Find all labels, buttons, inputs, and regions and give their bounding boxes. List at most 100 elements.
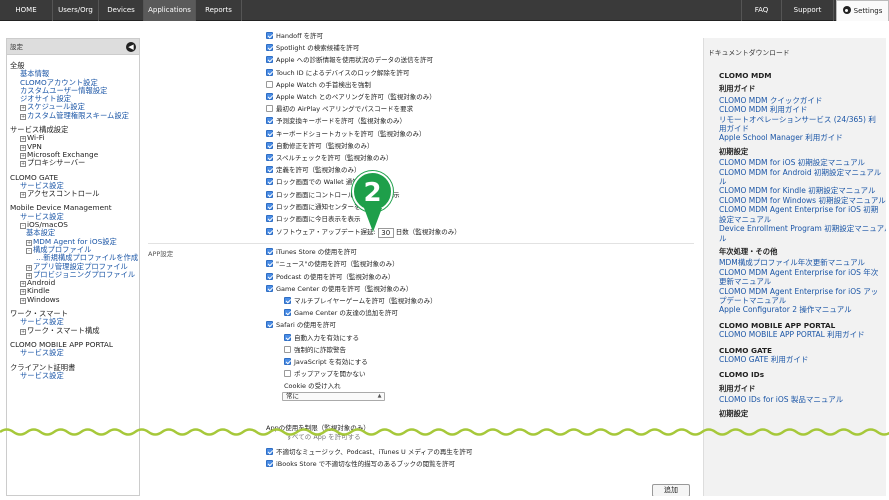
checkbox[interactable] bbox=[266, 284, 273, 292]
document-link[interactable]: MDM構成プロファイル年次更新マニュアル bbox=[719, 258, 884, 267]
expand-icon[interactable]: + bbox=[20, 161, 26, 168]
document-link[interactable]: CLOMO GATE 利用ガイド bbox=[719, 355, 884, 364]
document-download-title: ドキュメントダウンロード bbox=[708, 49, 790, 57]
checkbox[interactable] bbox=[284, 297, 291, 304]
document-link[interactable]: CLOMO MDM for Kindle 初期設定マニュアル bbox=[719, 186, 884, 195]
nav-home[interactable]: HOME bbox=[0, 0, 53, 21]
checkbox[interactable] bbox=[266, 32, 273, 39]
document-link[interactable]: 更新マニュアル bbox=[719, 277, 884, 286]
add-button[interactable]: 追加 bbox=[652, 484, 690, 496]
restriction-option: iBooks Store で不適切な性的描写のあるブックの閲覧を許可 bbox=[266, 459, 455, 469]
checkbox[interactable] bbox=[266, 80, 273, 88]
expand-icon[interactable]: + bbox=[26, 264, 32, 271]
restriction-option: 定義を許可（監視対象のみ） bbox=[266, 165, 361, 175]
checkbox[interactable] bbox=[284, 358, 291, 365]
restriction-option: 自動修正を許可（監視対象のみ） bbox=[266, 141, 374, 151]
option-label: Handoff を許可 bbox=[276, 32, 324, 40]
option-label: 不適切なミュージック、Podcast、iTunes U メディアの再生を許可 bbox=[276, 448, 473, 456]
expand-icon[interactable]: + bbox=[20, 192, 26, 199]
document-link[interactable]: CLOMO MDM for Android 初期設定マニュアル bbox=[719, 168, 884, 177]
checkbox[interactable] bbox=[266, 460, 273, 468]
document-link[interactable]: プデートマニュアル bbox=[719, 296, 884, 305]
checkbox[interactable] bbox=[284, 309, 291, 317]
document-link[interactable]: CLOMO MDM Agent Enterprise for iOS 初期 bbox=[719, 205, 884, 214]
expand-icon[interactable]: + bbox=[20, 289, 26, 296]
sidebar-item[interactable]: + Windows bbox=[10, 295, 139, 304]
sidebar-item[interactable]: サービス設定 bbox=[10, 371, 139, 380]
collapse-icon[interactable]: - bbox=[26, 247, 32, 254]
checkbox[interactable] bbox=[266, 44, 273, 52]
sidebar-item[interactable]: + ワーク・スマート構成 bbox=[10, 326, 139, 335]
expand-icon[interactable]: + bbox=[20, 281, 26, 288]
document-link[interactable]: Apple School Manager 利用ガイド bbox=[719, 133, 884, 142]
checkbox[interactable] bbox=[266, 272, 273, 280]
checkbox[interactable] bbox=[266, 260, 273, 268]
checkbox[interactable] bbox=[266, 248, 273, 256]
nav-applications[interactable]: Applications bbox=[144, 0, 196, 21]
checkbox[interactable] bbox=[266, 105, 273, 113]
checkbox[interactable] bbox=[266, 190, 273, 198]
expand-icon[interactable]: + bbox=[20, 105, 26, 112]
page-break-wave bbox=[0, 428, 889, 436]
checkbox[interactable] bbox=[284, 345, 291, 353]
nav-support[interactable]: Support bbox=[782, 0, 834, 21]
expand-icon[interactable]: + bbox=[20, 152, 26, 159]
checkbox[interactable] bbox=[266, 166, 273, 174]
option-label: Apple Watch の手首検出を強制 bbox=[276, 80, 371, 89]
sidebar-item[interactable]: サービス設定 bbox=[10, 349, 139, 357]
expand-icon[interactable]: + bbox=[20, 113, 26, 120]
expand-icon[interactable]: + bbox=[20, 136, 26, 143]
checkbox[interactable] bbox=[284, 333, 291, 341]
restriction-option: ポップアップを開かない bbox=[284, 369, 366, 379]
restriction-option: "ニュース"の使用を許可（監視対象のみ） bbox=[266, 259, 399, 269]
expand-icon[interactable]: + bbox=[20, 328, 26, 335]
document-link[interactable]: CLOMO MOBILE APP PORTAL 利用ガイド bbox=[719, 330, 884, 339]
checkbox[interactable] bbox=[266, 93, 273, 100]
checkbox[interactable] bbox=[284, 370, 291, 378]
checkbox[interactable] bbox=[266, 154, 273, 161]
document-link[interactable]: 設定マニュアル bbox=[719, 215, 884, 224]
checkbox[interactable] bbox=[266, 129, 273, 137]
nav-settings[interactable]: Settings bbox=[836, 0, 889, 21]
cookie-select[interactable]: 常に ▲ bbox=[282, 392, 385, 402]
document-link[interactable]: CLOMO MDM for iOS 初期設定マニュアル bbox=[719, 158, 884, 167]
document-link[interactable]: CLOMO IDs for iOS 製品マニュアル bbox=[719, 395, 884, 404]
option-label: 最初の AirPlay ペアリングでパスコードを要求 bbox=[276, 105, 414, 114]
checkbox[interactable] bbox=[266, 141, 273, 149]
checkbox[interactable] bbox=[266, 448, 273, 455]
sidebar-item[interactable]: + カスタム管理権限スキーム設定 bbox=[10, 111, 139, 120]
sidebar-item[interactable]: + アクセスコントロール bbox=[10, 190, 139, 199]
nav-reports[interactable]: Reports bbox=[196, 0, 242, 21]
checkbox[interactable] bbox=[266, 215, 273, 222]
checkbox[interactable] bbox=[266, 178, 273, 186]
document-link[interactable]: CLOMO MDM 利用ガイド bbox=[719, 105, 884, 114]
checkbox[interactable] bbox=[266, 202, 273, 210]
expand-icon[interactable]: + bbox=[20, 297, 26, 304]
option-label: 予測変換キーボードを許可（監視対象のみ） bbox=[276, 117, 406, 126]
restriction-option: 強制的に詐欺警告 bbox=[284, 345, 346, 355]
nav-users-org[interactable]: Users/Org bbox=[53, 0, 99, 21]
document-link[interactable]: CLOMO MDM Agent Enterprise for iOS 年次 bbox=[719, 268, 884, 277]
checkbox[interactable] bbox=[266, 321, 273, 329]
nav-faq[interactable]: FAQ bbox=[741, 0, 782, 21]
document-link[interactable]: Apple Configurator 2 操作マニュアル bbox=[719, 305, 884, 314]
checkbox[interactable] bbox=[266, 56, 273, 64]
collapse-sidebar-icon[interactable]: ◀ bbox=[126, 42, 136, 52]
sidebar-item[interactable]: + プロキシサーバー bbox=[10, 159, 139, 168]
document-link[interactable]: リモートオペレーションサービス (24/365) 利 bbox=[719, 115, 884, 124]
checkbox[interactable] bbox=[266, 228, 273, 236]
checkbox[interactable] bbox=[266, 117, 273, 125]
document-link[interactable]: Device Enrollment Program 初期設定マニュアル bbox=[719, 224, 886, 233]
expand-icon[interactable]: + bbox=[26, 239, 32, 246]
document-link[interactable]: CLOMO MDM Agent Enterprise for iOS アッ bbox=[719, 287, 884, 296]
top-navigation-bar: HOME Users/Org Devices Applications Repo… bbox=[0, 0, 889, 21]
document-link[interactable]: CLOMO MDM クイックガイド bbox=[719, 96, 884, 105]
restriction-option: 自動入力を有効にする bbox=[284, 333, 359, 343]
document-list: CLOMO MDM 利用ガイド CLOMO MDM クイックガイド CLOMO MDM… bbox=[719, 71, 886, 420]
chevron-down-icon: ▲ bbox=[377, 393, 382, 400]
expand-icon[interactable]: + bbox=[20, 144, 26, 151]
document-link[interactable]: ル bbox=[719, 234, 884, 243]
checkbox[interactable] bbox=[266, 68, 273, 76]
nav-devices[interactable]: Devices bbox=[99, 0, 144, 21]
document-link[interactable]: CLOMO MDM for Windows 初期設定マニュアル bbox=[719, 196, 886, 205]
